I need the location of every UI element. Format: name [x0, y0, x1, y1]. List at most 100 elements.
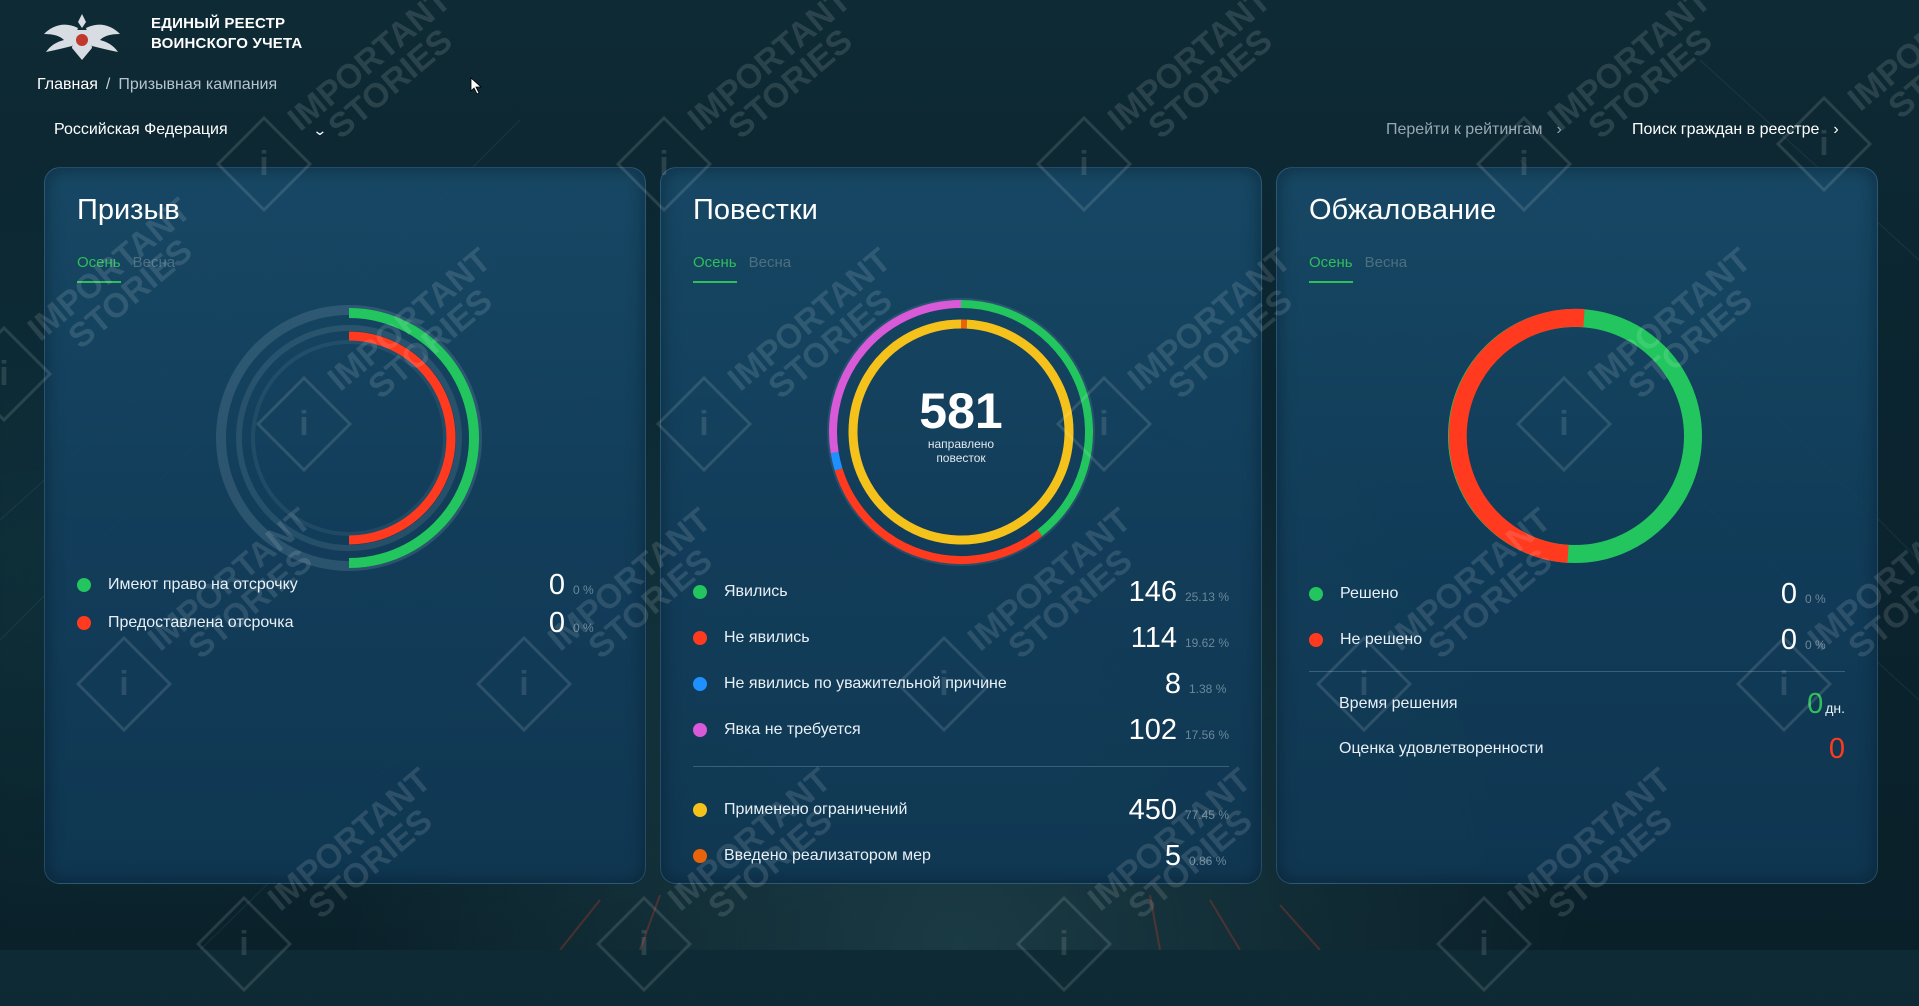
legend-attendance-not-required: Явка не требуется 102 17.56 % [693, 715, 1229, 745]
tab-spring[interactable]: Весна [133, 254, 175, 283]
valid-reason-arc [835, 453, 839, 470]
registry-search-link[interactable]: Поиск граждан в реестре › [1632, 117, 1839, 143]
watermark-logo-icon: i [196, 896, 292, 992]
registry-search-link-label: Поиск граждан в реестре [1632, 121, 1819, 139]
watermark-logo-letter: i [1453, 913, 1515, 975]
chevron-right-icon: › [1557, 121, 1562, 139]
watermark-line1: IMPORTANT [683, 0, 856, 136]
summons-card: Повестки Осень Весна 581 направлено пове… [660, 167, 1262, 884]
conscription-donut-chart [209, 298, 489, 578]
watermark-logo-letter: i [1033, 913, 1095, 975]
divider [1309, 671, 1845, 672]
legend-deferral-granted: Предоставлена отсрочка 0 0 % [77, 608, 613, 638]
legend-percent: 19.62 % [1185, 636, 1229, 650]
summons-total-label-2: повесток [861, 451, 1061, 465]
region-select[interactable]: Российская Федерация ⌄ [54, 117, 326, 143]
stat-resolution-time: Время решения 0 дн. [1339, 687, 1845, 721]
watermark-line1: IMPORTANT [1843, 0, 1919, 116]
watermark-text: IMPORTANTSTORIES [683, 0, 877, 161]
orange-dot-icon [693, 849, 707, 863]
breadcrumb-home-link[interactable]: Главная [37, 76, 98, 93]
green-dot-icon [77, 578, 91, 592]
red-dot-icon [693, 631, 707, 645]
legend-value-group: 0 0 % [1781, 578, 1845, 611]
legend-value: 0 [1781, 578, 1797, 611]
divider [693, 766, 1229, 767]
tab-spring[interactable]: Весна [749, 254, 791, 283]
legend-resolved: Решено 0 0 % [1309, 579, 1845, 609]
watermark-logo-icon: i [1016, 896, 1112, 992]
appeals-season-tabs: Осень Весна [1309, 254, 1407, 283]
legend-label: Не явились [724, 629, 810, 647]
legend-percent: 77.45 % [1185, 808, 1229, 822]
legend-value: 450 [1129, 794, 1177, 827]
blue-dot-icon [693, 677, 707, 691]
mouse-cursor-icon [470, 77, 484, 95]
legend-value-group: 5 0.86 % [1165, 840, 1229, 873]
legend-value-group: 114 19.62 % [1131, 622, 1229, 655]
summons-card-title: Повестки [693, 194, 818, 227]
summons-total-value: 581 [861, 385, 1061, 437]
breadcrumb-current: Призывная кампания [118, 76, 277, 93]
legend-value-group: 102 17.56 % [1129, 714, 1229, 747]
stat-value: 0 [1807, 688, 1823, 721]
legend-label: Не явились по уважительной причине [724, 675, 1007, 693]
appeals-card: Обжалование Осень Весна Решено 0 0 % Не … [1276, 167, 1878, 884]
legend-label: Не решено [1340, 631, 1422, 649]
summons-total-label-1: направлено [861, 437, 1061, 451]
ratings-link[interactable]: Перейти к рейтингам › [1386, 117, 1562, 143]
pink-dot-icon [693, 723, 707, 737]
legend-restrictions-applied: Применено ограничений 450 77.45 % [693, 795, 1229, 825]
watermark-logo-letter: i [0, 343, 35, 405]
legend-percent: 0 % [1805, 592, 1845, 606]
double-headed-eagle-emblem-icon[interactable] [42, 8, 122, 64]
green-dot-icon [693, 585, 707, 599]
red-dot-icon [1309, 633, 1323, 647]
legend-percent: 17.56 % [1185, 728, 1229, 742]
green-dot-icon [1309, 587, 1323, 601]
legend-percent: 0.86 % [1189, 854, 1229, 868]
watermark-text: IMPORTANTSTORIES [1103, 0, 1297, 161]
legend-percent: 0 % [573, 621, 613, 635]
stat-satisfaction-score: Оценка удовлетворенности 0 [1339, 732, 1845, 766]
legend-percent: 1.38 % [1189, 682, 1229, 696]
tab-autumn[interactable]: Осень [77, 254, 121, 283]
unresolved-arc [1458, 318, 1584, 554]
legend-value-group: 146 25.13 % [1129, 576, 1229, 609]
stat-value-group: 0 дн. [1807, 688, 1845, 721]
watermark-line2: STORIES [703, 8, 876, 161]
watermark-line1: IMPORTANT [1103, 0, 1276, 136]
stat-label: Оценка удовлетворенности [1339, 740, 1544, 758]
legend-label: Введено реализатором мер [724, 847, 931, 865]
legend-measures-introduced: Введено реализатором мер 5 0.86 % [693, 841, 1229, 871]
summons-total: 581 направлено повесток [861, 385, 1061, 465]
tab-autumn[interactable]: Осень [1309, 254, 1353, 283]
watermark-logo-icon: i [1436, 896, 1532, 992]
legend-value-group: 8 1.38 % [1165, 668, 1229, 701]
legend-label: Явка не требуется [724, 721, 861, 739]
legend-not-appeared-valid-reason: Не явились по уважительной причине 8 1.3… [693, 669, 1229, 699]
legend-value: 0 [1781, 624, 1797, 657]
watermark-text: IMPORTANTSTORIES [1843, 0, 1919, 141]
legend-unresolved: Не решено 0 0 % [1309, 625, 1845, 655]
legend-appeared: Явились 146 25.13 % [693, 577, 1229, 607]
region-select-value: Российская Федерация [54, 121, 228, 139]
legend-percent: 25.13 % [1185, 590, 1229, 604]
stat-value: 0 [1829, 733, 1845, 766]
legend-value-group: 0 0 % [549, 607, 613, 640]
yellow-dot-icon [693, 803, 707, 817]
legend-percent: 0 % [573, 583, 613, 597]
app-title-line2: ВОИНСКОГО УЧЕТА [151, 34, 302, 54]
legend-value: 146 [1129, 576, 1177, 609]
tab-autumn[interactable]: Осень [693, 254, 737, 283]
red-dot-icon [77, 616, 91, 630]
legend-label: Решено [1340, 585, 1398, 603]
legend-label: Явились [724, 583, 788, 601]
tab-spring[interactable]: Весна [1365, 254, 1407, 283]
watermark-line1: IMPORTANT [1543, 0, 1716, 136]
legend-value-group: 0 0 % [1781, 624, 1845, 657]
watermark-line2: STORIES [303, 8, 476, 161]
appeals-donut-chart [1443, 304, 1707, 568]
summons-season-tabs: Осень Весна [693, 254, 791, 283]
legend-value: 114 [1131, 622, 1177, 655]
